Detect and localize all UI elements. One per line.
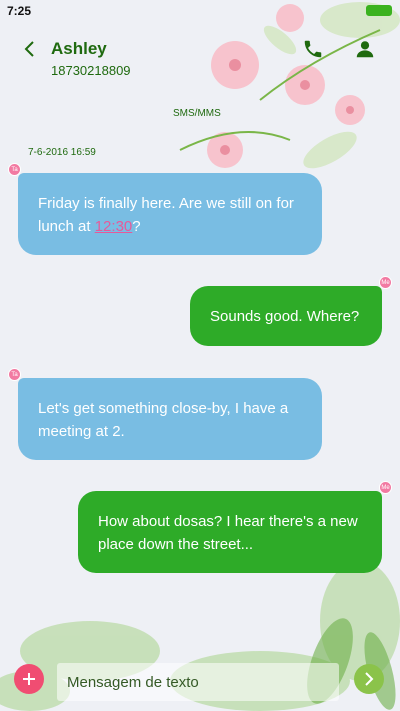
chevron-left-icon <box>24 41 34 57</box>
status-time: 7:25 <box>7 4 32 18</box>
contact-profile-button[interactable] <box>354 38 376 60</box>
send-button[interactable] <box>354 664 384 694</box>
contact-name: Ashley <box>51 39 107 58</box>
person-icon <box>356 41 374 58</box>
incoming-message[interactable]: Let's get something close-by, I have a m… <box>18 378 322 460</box>
chevron-right-icon <box>365 672 374 686</box>
battery-icon <box>366 5 392 16</box>
status-bar: 7:25 <box>0 0 400 22</box>
message-text-end: ? <box>132 218 141 235</box>
phone-icon <box>304 40 322 58</box>
incoming-message[interactable]: Friday is finally here. Are we still on … <box>18 173 322 255</box>
outgoing-avatar[interactable]: Me <box>379 481 392 494</box>
back-button[interactable] <box>18 38 40 60</box>
outgoing-avatar[interactable]: Me <box>379 276 392 289</box>
message-text: Friday is finally here. Are we still on … <box>38 195 294 235</box>
contact-number: 18730218809 <box>51 63 131 78</box>
add-attachment-button[interactable] <box>14 664 44 694</box>
call-button[interactable] <box>302 38 324 60</box>
outgoing-message[interactable]: Sounds good. Where? <box>190 286 382 346</box>
plus-icon <box>23 673 35 685</box>
outgoing-message[interactable]: How about dosas? I hear there's a new pl… <box>78 491 382 573</box>
message-date: 7-6-2016 16:59 <box>28 147 96 158</box>
channel-label: SMS/MMS <box>173 108 221 119</box>
time-link[interactable]: 12:30 <box>95 218 133 235</box>
message-input[interactable] <box>57 663 339 701</box>
